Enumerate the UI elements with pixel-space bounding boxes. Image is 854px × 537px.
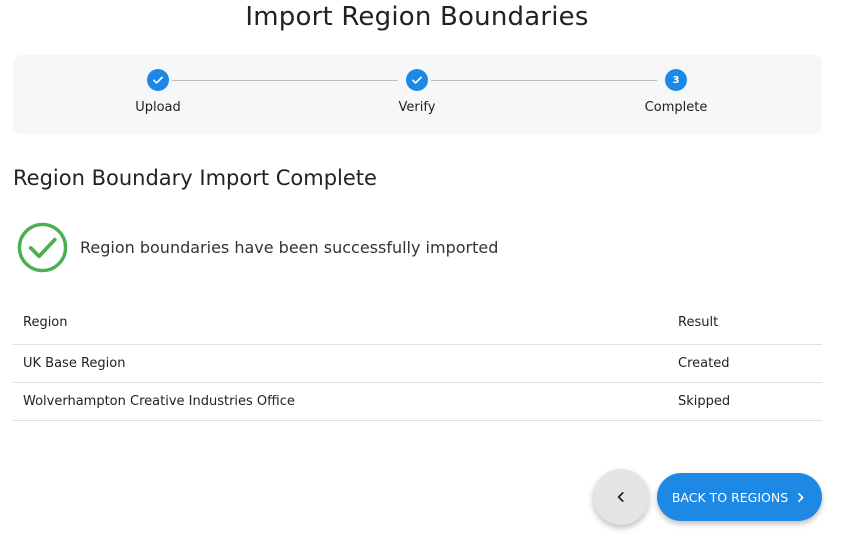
- back-to-regions-label: BACK TO REGIONS: [671, 489, 789, 505]
- back-to-regions-button[interactable]: BACK TO REGIONS: [657, 473, 822, 521]
- success-message-row: Region boundaries have been successfully…: [16, 221, 498, 274]
- check-icon: [147, 69, 169, 91]
- back-button[interactable]: [593, 469, 649, 525]
- column-header-result: Result: [668, 302, 822, 345]
- chevron-left-icon: [617, 492, 624, 502]
- region-cell: Wolverhampton Creative Industries Office: [13, 382, 668, 421]
- step-complete: 3 Complete: [616, 69, 736, 115]
- region-cell: UK Base Region: [13, 344, 668, 383]
- step-label: Upload: [135, 100, 181, 115]
- success-message: Region boundaries have been successfully…: [80, 238, 499, 257]
- table-row: Wolverhampton Creative Industries Office…: [13, 382, 822, 421]
- results-table: Region Result UK Base Region Created Wol…: [13, 302, 822, 421]
- column-header-region: Region: [13, 302, 668, 345]
- table-row: UK Base Region Created: [13, 344, 822, 383]
- check-circle-icon: [17, 222, 68, 273]
- step-label: Verify: [398, 100, 436, 115]
- result-cell: Skipped: [668, 382, 822, 421]
- check-icon: [406, 69, 428, 91]
- page-title: Import Region Boundaries: [245, 2, 589, 32]
- result-cell: Created: [668, 344, 822, 383]
- section-heading: Region Boundary Import Complete: [13, 166, 377, 190]
- import-stepper: Upload Verify 3 Complete: [13, 55, 822, 134]
- step-verify: Verify: [357, 69, 477, 115]
- step-label: Complete: [644, 100, 708, 115]
- step-number: 3: [665, 69, 687, 91]
- table-header-row: Region Result: [13, 302, 822, 345]
- chevron-right-icon: [798, 492, 804, 502]
- step-upload: Upload: [98, 69, 218, 115]
